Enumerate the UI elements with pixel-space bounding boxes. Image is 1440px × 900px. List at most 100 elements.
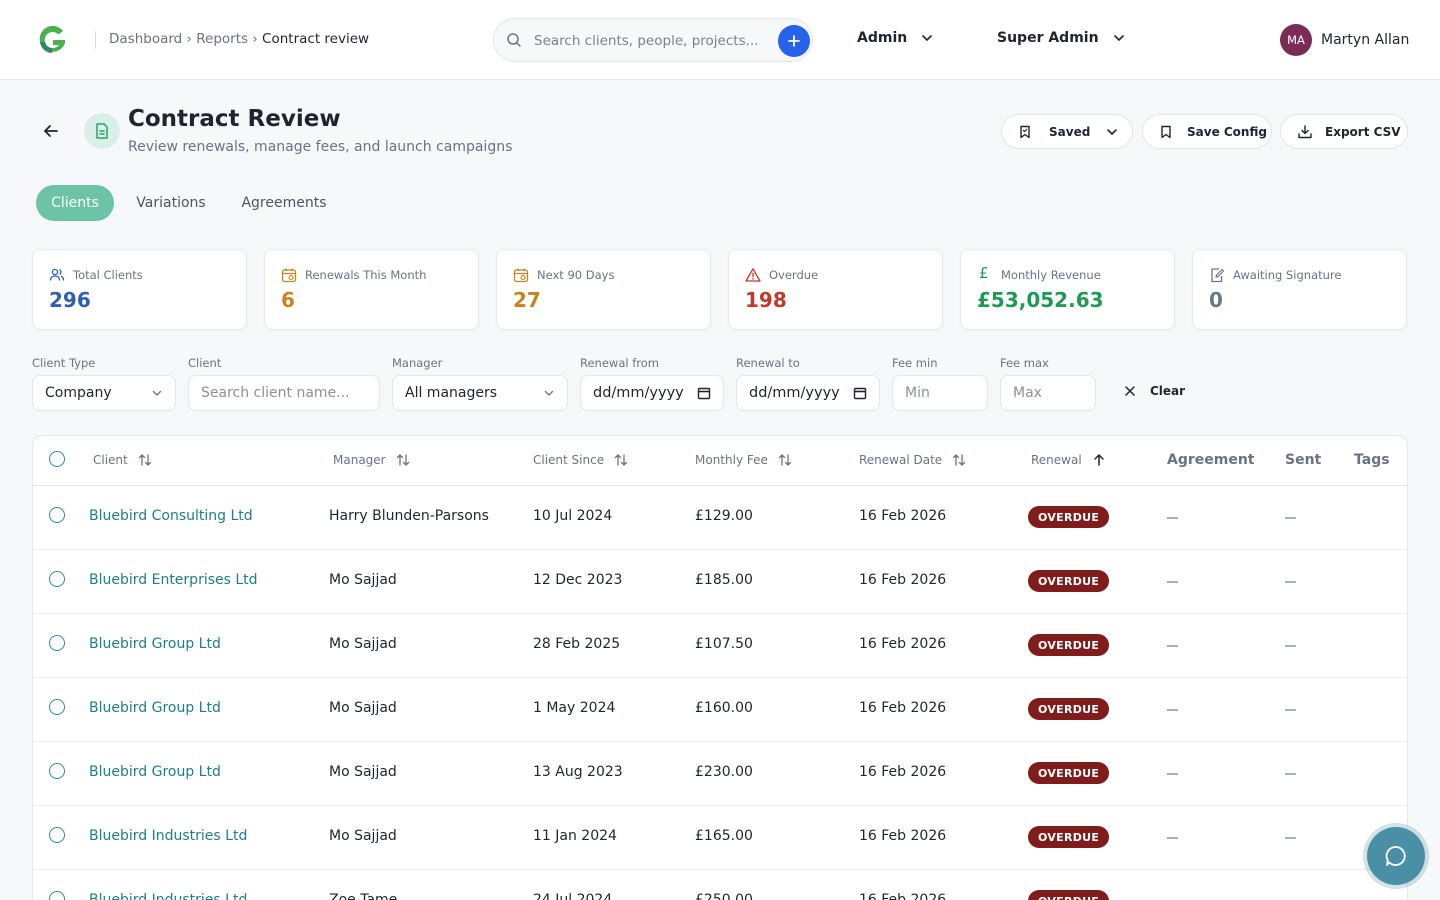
sent-empty	[1285, 645, 1296, 647]
breadcrumb-separator: ›	[186, 31, 192, 47]
tab-clients[interactable]: Clients	[36, 185, 114, 221]
plus-icon	[788, 35, 800, 47]
row-select-radio[interactable]	[49, 507, 65, 523]
renewal-to-value: dd/mm/yyyy	[749, 385, 840, 401]
column-header-renewal[interactable]: Renewal	[1031, 453, 1106, 467]
calendar-icon[interactable]	[853, 386, 867, 400]
export-csv-button[interactable]: Export CSV	[1280, 114, 1408, 149]
client-link[interactable]: Bluebird Industries Ltd	[89, 892, 247, 900]
table-row[interactable]: Bluebird Group Ltd Mo Sajjad 13 Aug 2023…	[33, 742, 1407, 806]
status-badge: OVERDUE	[1028, 890, 1110, 900]
renewal-date-cell: 16 Feb 2026	[859, 828, 947, 844]
breadcrumb-dashboard[interactable]: Dashboard	[109, 31, 182, 47]
table-row[interactable]: Bluebird Industries Ltd Zoe Tame 24 Jul …	[33, 870, 1407, 900]
table-row[interactable]: Bluebird Consulting Ltd Harry Blunden-Pa…	[33, 486, 1407, 550]
client-link[interactable]: Bluebird Consulting Ltd	[89, 508, 253, 524]
manager-cell: Zoe Tame	[329, 892, 398, 900]
column-header-client[interactable]: Client	[93, 453, 152, 467]
renewal-from-date-input[interactable]: dd/mm/yyyy	[580, 375, 724, 411]
stat-value: 27	[513, 288, 541, 312]
super-admin-dropdown[interactable]: Super Admin	[997, 30, 1125, 46]
stat-label: Awaiting Signature	[1233, 268, 1342, 282]
table-header: Client Manager Client Since Monthly Fee …	[33, 436, 1407, 486]
column-header-monthly-fee[interactable]: Monthly Fee	[695, 453, 792, 467]
column-header-renewal-date[interactable]: Renewal Date	[859, 453, 966, 467]
client-link[interactable]: Bluebird Group Ltd	[89, 636, 221, 652]
client-link[interactable]: Bluebird Group Ltd	[89, 700, 221, 716]
client-search-field	[188, 375, 380, 411]
select-all-radio[interactable]	[49, 451, 65, 467]
client-link[interactable]: Bluebird Industries Ltd	[89, 828, 247, 844]
row-select-radio[interactable]	[49, 699, 65, 715]
saved-label: Saved	[1049, 124, 1091, 139]
stat-value: £53,052.63	[977, 288, 1104, 312]
clients-table: Client Manager Client Since Monthly Fee …	[32, 435, 1408, 900]
saved-views-dropdown[interactable]: Saved	[1001, 114, 1133, 149]
avatar: MA	[1280, 24, 1312, 56]
page-title: Contract Review	[128, 106, 341, 132]
search-icon	[506, 32, 522, 48]
table-row[interactable]: Bluebird Group Ltd Mo Sajjad 1 May 2024 …	[33, 678, 1407, 742]
column-header-manager[interactable]: Manager	[333, 453, 410, 467]
manager-cell: Mo Sajjad	[329, 700, 397, 716]
arrow-up-icon	[1093, 454, 1104, 466]
client-link[interactable]: Bluebird Enterprises Ltd	[89, 572, 258, 588]
column-header-client-since[interactable]: Client Since	[533, 453, 628, 467]
clear-filters-button[interactable]: Clear	[1124, 384, 1185, 398]
stat-label: Monthly Revenue	[1001, 268, 1101, 282]
fee-min-field	[892, 375, 988, 411]
user-menu[interactable]: MA Martyn Allan	[1280, 24, 1409, 56]
brand-logo[interactable]	[34, 22, 70, 58]
calendar-icon[interactable]	[697, 386, 711, 400]
manager-cell: Mo Sajjad	[329, 828, 397, 844]
stat-value: 6	[281, 288, 295, 312]
monthly-fee-cell: £160.00	[695, 700, 753, 716]
row-select-radio[interactable]	[49, 891, 65, 900]
tab-agreements[interactable]: Agreements	[232, 185, 336, 221]
column-header-label: Client	[93, 453, 128, 467]
search-input[interactable]	[534, 29, 764, 53]
sent-empty	[1285, 837, 1296, 839]
breadcrumb-reports[interactable]: Reports	[196, 31, 248, 47]
table-row[interactable]: Bluebird Enterprises Ltd Mo Sajjad 12 De…	[33, 550, 1407, 614]
table-row[interactable]: Bluebird Group Ltd Mo Sajjad 28 Feb 2025…	[33, 614, 1407, 678]
stat-label: Total Clients	[73, 268, 143, 282]
row-select-radio[interactable]	[49, 763, 65, 779]
client-since-cell: 11 Jan 2024	[533, 828, 617, 844]
users-icon	[49, 267, 65, 283]
client-type-select[interactable]: Company	[32, 375, 176, 411]
manager-value: All managers	[405, 385, 498, 401]
agreement-empty	[1167, 709, 1178, 711]
renewal-to-date-input[interactable]: dd/mm/yyyy	[736, 375, 880, 411]
quick-add-button[interactable]	[778, 25, 810, 57]
monthly-fee-cell: £185.00	[695, 572, 753, 588]
fee-min-input[interactable]	[905, 385, 975, 401]
chat-launcher-button[interactable]	[1367, 827, 1425, 885]
monthly-fee-cell: £165.00	[695, 828, 753, 844]
client-link[interactable]: Bluebird Group Ltd	[89, 764, 221, 780]
edit-document-icon	[1209, 267, 1225, 283]
row-select-radio[interactable]	[49, 827, 65, 843]
stat-card-next-90-days: Next 90 Days 27	[496, 249, 711, 330]
table-row[interactable]: Bluebird Industries Ltd Mo Sajjad 11 Jan…	[33, 806, 1407, 870]
manager-select[interactable]: All managers	[392, 375, 568, 411]
column-header-sent: Sent	[1285, 452, 1322, 468]
monthly-fee-cell: £230.00	[695, 764, 753, 780]
tab-variations[interactable]: Variations	[128, 185, 214, 221]
row-select-radio[interactable]	[49, 635, 65, 651]
client-since-cell: 28 Feb 2025	[533, 636, 621, 652]
client-search-input[interactable]	[201, 385, 367, 401]
fee-max-input[interactable]	[1013, 385, 1083, 401]
column-header-label: Manager	[333, 453, 386, 467]
back-button[interactable]	[40, 120, 62, 142]
save-config-button[interactable]: Save Config	[1142, 114, 1272, 149]
chevron-down-icon	[1113, 35, 1124, 41]
sent-empty	[1285, 581, 1296, 583]
status-badge: OVERDUE	[1028, 506, 1110, 528]
row-select-radio[interactable]	[49, 571, 65, 587]
stat-card-monthly-revenue: £ Monthly Revenue £53,052.63	[960, 249, 1175, 330]
chevron-down-icon	[544, 390, 554, 396]
fee-max-label: Fee max	[1000, 356, 1049, 370]
sent-empty	[1285, 517, 1296, 519]
admin-dropdown[interactable]: Admin	[857, 30, 933, 46]
